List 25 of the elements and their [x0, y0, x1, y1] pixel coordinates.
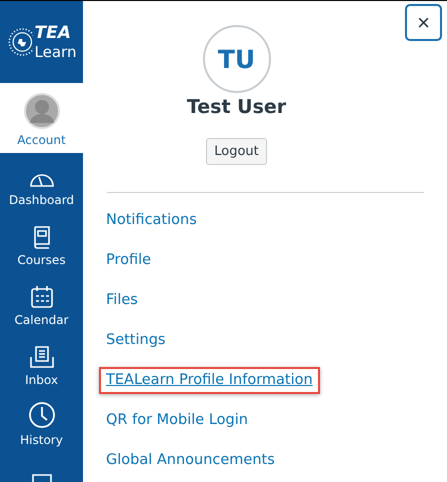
menu-link[interactable]: Global Announcements — [99, 447, 282, 474]
clock-icon — [28, 401, 56, 430]
book-icon — [32, 225, 52, 250]
menu-link[interactable]: Profile — [99, 247, 158, 274]
menu-link[interactable]: QR for Mobile Login — [99, 407, 255, 434]
nav-item[interactable]: History — [0, 393, 83, 454]
close-button[interactable]: × — [405, 4, 442, 41]
nav-item[interactable]: Account — [0, 82, 83, 154]
menu-link[interactable]: TEALearn Profile Information — [99, 367, 320, 394]
menu-link[interactable]: Files — [99, 287, 145, 314]
inbox-icon — [28, 345, 54, 370]
menu-link[interactable]: Settings — [99, 327, 172, 354]
nav-item[interactable]: Dashboard — [0, 153, 83, 214]
user-avatar: TU — [202, 25, 270, 93]
document-icon — [30, 474, 54, 482]
menu-link[interactable]: Notifications — [99, 207, 204, 234]
nav-item[interactable]: Courses — [0, 213, 83, 274]
calendar-icon — [30, 285, 54, 310]
user-name: Test User — [186, 96, 286, 118]
nav-item[interactable]: Inbox — [0, 333, 83, 394]
logo-text: Learn — [34, 42, 76, 61]
logo-text: TEA — [34, 22, 72, 43]
nav-item[interactable]: Calendar — [0, 273, 83, 334]
logout-button[interactable]: Logout — [206, 138, 267, 165]
avatar-icon — [24, 93, 60, 130]
